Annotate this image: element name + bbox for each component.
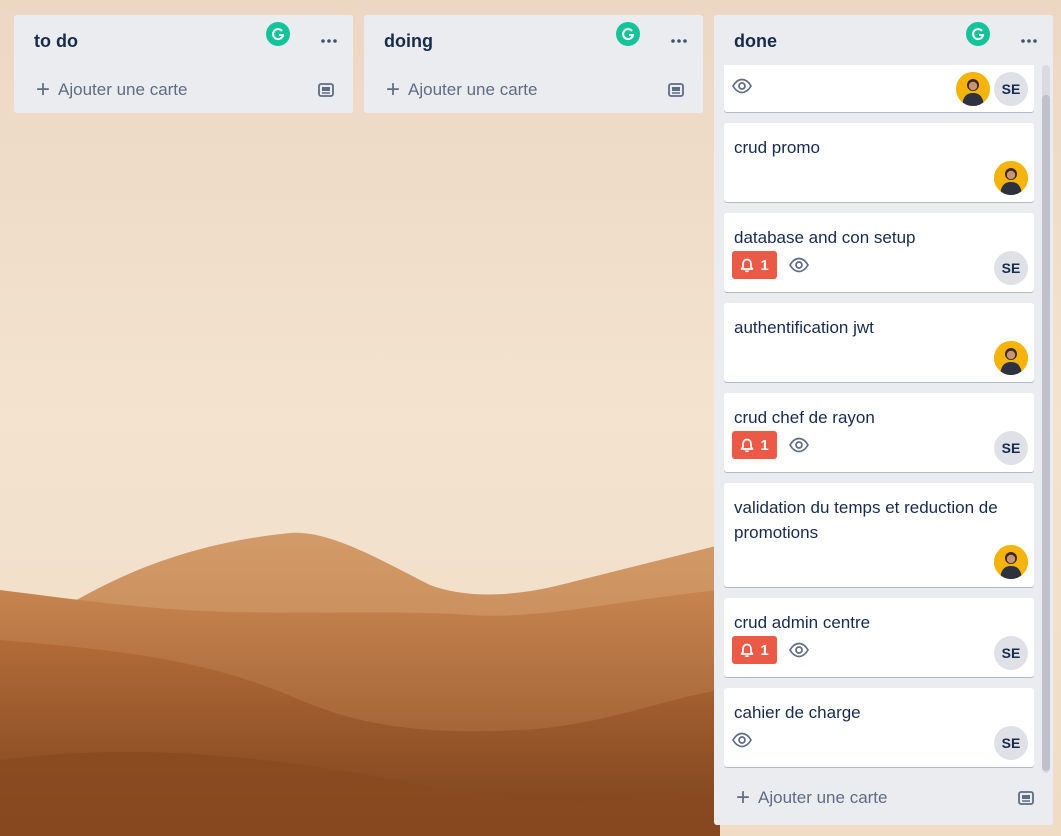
list-menu-button[interactable] bbox=[667, 29, 691, 53]
card-members bbox=[990, 545, 1028, 579]
card-title: crud admin centre bbox=[734, 613, 871, 632]
card[interactable]: authentification jwt bbox=[724, 303, 1034, 382]
card-badges bbox=[732, 730, 752, 750]
ellipsis-icon bbox=[671, 39, 687, 43]
avatar[interactable] bbox=[994, 161, 1028, 195]
list-title[interactable]: done bbox=[734, 31, 777, 52]
list-title[interactable]: to do bbox=[34, 31, 78, 52]
bell-icon bbox=[740, 643, 754, 657]
due-badge[interactable]: 1 bbox=[732, 431, 777, 459]
list-to-do: to do + Ajouter une carte bbox=[14, 15, 353, 113]
list-header: doing bbox=[364, 15, 703, 67]
grammarly-icon[interactable] bbox=[966, 22, 990, 46]
card[interactable]: crud chef de rayon 1 SE bbox=[724, 393, 1034, 472]
add-card-label: Ajouter une carte bbox=[408, 80, 538, 99]
card-template-icon[interactable] bbox=[317, 81, 335, 99]
due-badge[interactable]: 1 bbox=[732, 636, 777, 664]
card-badges: 1 bbox=[732, 251, 809, 279]
card-badges: 1 bbox=[732, 431, 809, 459]
add-card-button[interactable]: + Ajouter une carte bbox=[714, 775, 1053, 821]
add-card-label: Ajouter une carte bbox=[758, 788, 888, 807]
plus-icon: + bbox=[36, 76, 51, 103]
list-done: done SE crud promo database and con setu… bbox=[714, 15, 1053, 825]
card[interactable]: crud admin centre 1 SE bbox=[724, 598, 1034, 677]
card-list[interactable]: SE crud promo database and con setup 1 S… bbox=[714, 65, 1053, 773]
eye-icon bbox=[789, 642, 809, 658]
avatar-initials[interactable]: SE bbox=[994, 431, 1028, 465]
due-count: 1 bbox=[760, 436, 769, 454]
card-title: crud promo bbox=[734, 138, 820, 157]
list-header: done bbox=[714, 15, 1053, 67]
due-count: 1 bbox=[760, 641, 769, 659]
card-badges: 1 bbox=[732, 636, 809, 664]
ellipsis-icon bbox=[321, 39, 337, 43]
bell-icon bbox=[740, 438, 754, 452]
eye-icon bbox=[732, 732, 752, 748]
card-members: SE bbox=[952, 72, 1028, 106]
eye-icon bbox=[732, 78, 752, 94]
list-header: to do bbox=[14, 15, 353, 67]
card-members: SE bbox=[990, 431, 1028, 465]
add-card-label: Ajouter une carte bbox=[58, 80, 188, 99]
card[interactable]: SE bbox=[724, 65, 1034, 112]
card-members: SE bbox=[990, 251, 1028, 285]
plus-icon: + bbox=[736, 784, 751, 811]
card[interactable]: cahier de charge SE bbox=[724, 688, 1034, 767]
card-title: crud chef de rayon bbox=[734, 408, 875, 427]
avatar[interactable] bbox=[956, 72, 990, 106]
grammarly-icon[interactable] bbox=[266, 22, 290, 46]
grammarly-icon[interactable] bbox=[616, 22, 640, 46]
card-members: SE bbox=[990, 726, 1028, 760]
card-template-icon[interactable] bbox=[1017, 789, 1035, 807]
avatar[interactable] bbox=[994, 341, 1028, 375]
due-badge[interactable]: 1 bbox=[732, 251, 777, 279]
list-doing: doing + Ajouter une carte bbox=[364, 15, 703, 113]
card-title: cahier de charge bbox=[734, 703, 861, 722]
card[interactable]: database and con setup 1 SE bbox=[724, 213, 1034, 292]
ellipsis-icon bbox=[1021, 39, 1037, 43]
eye-icon bbox=[789, 437, 809, 453]
eye-icon bbox=[789, 257, 809, 273]
card-title: validation du temps et reduction de prom… bbox=[734, 498, 998, 542]
card-members bbox=[990, 161, 1028, 195]
card-title: authentification jwt bbox=[734, 318, 874, 337]
card-badges bbox=[732, 76, 752, 96]
due-count: 1 bbox=[760, 256, 769, 274]
plus-icon: + bbox=[386, 76, 401, 103]
card-title: database and con setup bbox=[734, 228, 916, 247]
card-members bbox=[990, 341, 1028, 375]
avatar-initials[interactable]: SE bbox=[994, 636, 1028, 670]
card[interactable]: validation du temps et reduction de prom… bbox=[724, 483, 1034, 587]
list-menu-button[interactable] bbox=[317, 29, 341, 53]
card-members: SE bbox=[990, 636, 1028, 670]
add-card-button[interactable]: + Ajouter une carte bbox=[364, 67, 703, 113]
avatar-initials[interactable]: SE bbox=[994, 72, 1028, 106]
card-template-icon[interactable] bbox=[667, 81, 685, 99]
list-title[interactable]: doing bbox=[384, 31, 433, 52]
add-card-button[interactable]: + Ajouter une carte bbox=[14, 67, 353, 113]
list-menu-button[interactable] bbox=[1017, 29, 1041, 53]
card[interactable]: crud promo bbox=[724, 123, 1034, 202]
avatar[interactable] bbox=[994, 545, 1028, 579]
scrollbar-thumb[interactable] bbox=[1042, 95, 1050, 771]
avatar-initials[interactable]: SE bbox=[994, 726, 1028, 760]
bell-icon bbox=[740, 258, 754, 272]
avatar-initials[interactable]: SE bbox=[994, 251, 1028, 285]
